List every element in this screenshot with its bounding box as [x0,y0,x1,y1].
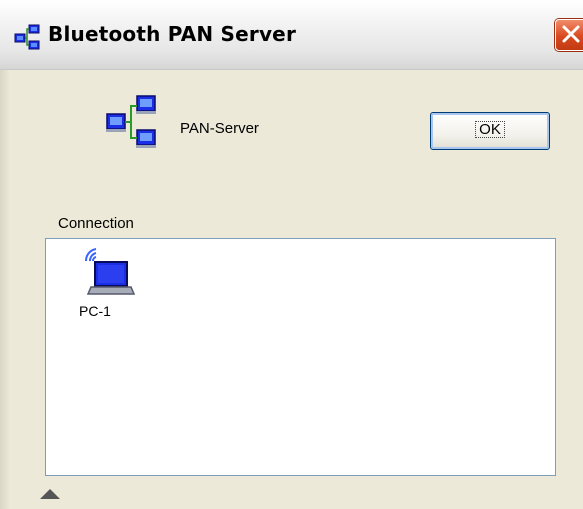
title-bar[interactable]: Bluetooth PAN Server [0,0,583,70]
bluetooth-laptop-icon [84,248,136,295]
window-title: Bluetooth PAN Server [48,22,297,46]
close-button[interactable] [555,19,583,51]
ok-button-label: OK [475,121,505,138]
triangle-up-icon[interactable] [38,487,62,501]
window-left-border [0,70,10,509]
connection-list[interactable]: PC-1 [45,238,556,476]
close-icon [562,25,580,43]
server-name-label: PAN-Server [180,120,259,137]
bluetooth-pan-server-dialog: Bluetooth PAN Server PAN-Server OK Conne… [0,0,583,509]
network-icon [14,24,40,50]
device-label: PC-1 [79,303,111,319]
network-server-icon [106,95,156,148]
ok-button[interactable]: OK [430,112,550,150]
connection-label: Connection [58,215,134,232]
